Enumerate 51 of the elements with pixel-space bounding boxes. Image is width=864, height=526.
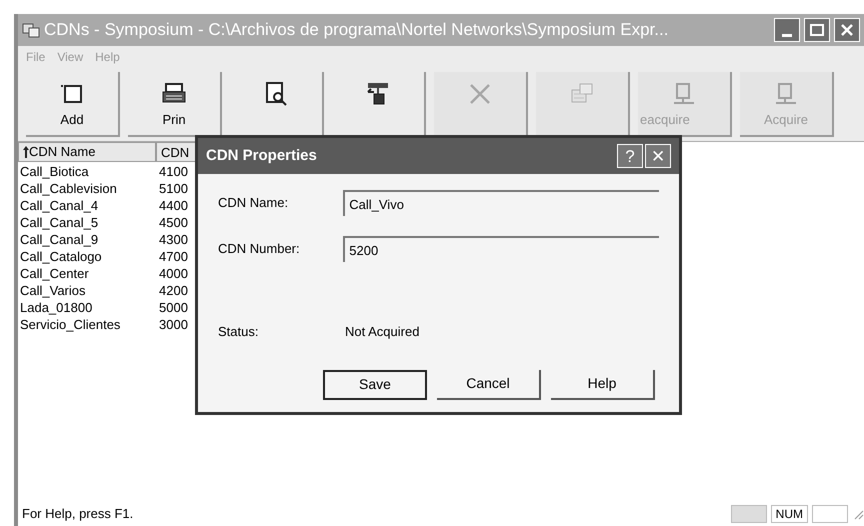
toolbar-button[interactable]: Add [26,72,120,137]
status-indicator: NUM [770,505,808,523]
field-label: CDN Number: [218,240,301,258]
resize-grip-icon [852,508,864,520]
list-cell-text: 4500 [158,214,189,231]
list-cell[interactable]: Servicio_Clientes [18,316,158,333]
list-cell[interactable]: Lada_01800 [18,299,158,316]
minimize-button[interactable] [774,18,800,42]
list-cell[interactable]: Call_Cablevision [18,180,158,197]
list-cell[interactable]: Call_Varios [18,282,158,299]
list-cell-text: 4300 [158,231,189,248]
input-field[interactable]: Call_Vivo [343,190,659,216]
list-cell-text: 4200 [158,282,189,299]
dialog-button[interactable]: Cancel [437,370,541,400]
dialog-button[interactable]: Save [323,370,427,400]
dialog-title: CDN Properties [206,146,318,166]
list-cell-text: 5000 [158,299,189,316]
maximize-button[interactable] [804,18,830,42]
column-header[interactable]: CDN Name [18,142,156,162]
input-field[interactable]: 5200 [343,236,659,262]
list-cell[interactable]: Call_Canal_4 [18,197,158,214]
list-cell[interactable]: Call_Canal_5 [18,214,158,231]
status-panel [812,505,848,523]
list-cell-text: 5100 [158,180,189,197]
list-cell-text: 4000 [158,265,189,282]
list-cell[interactable]: Call_Catalogo [18,248,158,265]
dialog-button[interactable]: Help [551,370,655,400]
list-cell[interactable]: Call_Center [18,265,158,282]
column-header[interactable]: CDN [156,142,196,162]
list-cell-text: 4400 [158,197,189,214]
list-cell[interactable]: Call_Canal_9 [18,231,158,248]
field-label: CDN Name: [218,194,290,212]
minimize-icon [782,34,792,37]
window-title: CDNs - Symposium - C:\Archivos de programa\Nortel Networks\Symposium Expr... [44,19,670,42]
list-cell-text: 3000 [158,316,189,333]
app-icon [22,22,40,38]
maximize-icon [810,24,824,36]
status-value: Not Acquired [345,323,420,341]
list-cell[interactable]: Call_Biotica [18,163,158,180]
status-panel [730,505,767,523]
list-cell-text: 4100 [158,163,189,180]
column-title: CDN Name [29,143,96,162]
help-button[interactable]: ? [617,144,643,168]
close-button[interactable]: ✕ [645,144,671,168]
close-icon [840,23,854,37]
status-label: Status: [218,323,260,341]
status-text: For Help, press F1. [22,505,134,524]
list-cell-text: 4700 [158,248,189,265]
toolbar-button[interactable]: Prin [128,72,222,137]
close-button[interactable] [834,18,860,42]
sort-arrow-icon [23,146,29,158]
